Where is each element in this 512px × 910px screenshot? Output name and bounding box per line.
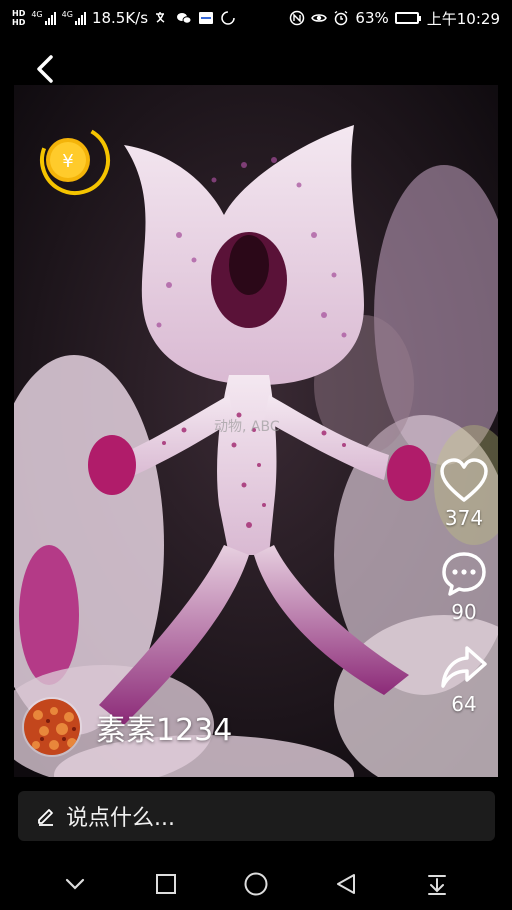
svg-text:¥: ¥ bbox=[62, 151, 73, 172]
share-arrow-icon bbox=[441, 646, 487, 688]
author-info[interactable]: 素素1234 bbox=[22, 697, 232, 757]
share-count: 64 bbox=[451, 692, 477, 716]
coin-icon: ¥ bbox=[40, 125, 110, 195]
circle-icon bbox=[244, 872, 268, 896]
signal-icon-2: 4G bbox=[62, 10, 86, 25]
pencil-icon bbox=[38, 809, 53, 826]
loading-icon bbox=[221, 11, 235, 25]
status-left: HD HD 4G 4G 18.5K/s bbox=[12, 9, 236, 27]
clock: 上午10:29 bbox=[426, 9, 500, 28]
avatar-image bbox=[24, 699, 80, 755]
wechat-icon bbox=[177, 13, 192, 24]
nav-home-button[interactable] bbox=[236, 864, 276, 904]
like-button[interactable]: 374 bbox=[439, 458, 489, 530]
author-name[interactable]: 素素1234 bbox=[96, 705, 232, 749]
chevron-down-icon bbox=[66, 878, 85, 890]
avatar[interactable] bbox=[22, 697, 82, 757]
eye-icon bbox=[311, 14, 328, 22]
alarm-icon bbox=[335, 10, 348, 26]
nfc-icon bbox=[290, 10, 305, 26]
chevron-left-icon bbox=[37, 55, 53, 83]
hd-indicator: HD HD bbox=[12, 9, 26, 27]
system-nav-bar bbox=[0, 858, 512, 910]
app-notification-icon bbox=[199, 12, 214, 24]
share-button[interactable]: 64 bbox=[439, 644, 489, 716]
comment-count: 90 bbox=[451, 600, 477, 624]
comment-input[interactable]: 说点什么... bbox=[18, 791, 495, 841]
network-speed: 18.5K/s bbox=[91, 9, 149, 27]
image-watermark: 动物, ABC bbox=[214, 419, 280, 435]
back-button[interactable] bbox=[30, 52, 60, 86]
nav-notification-pull-button[interactable] bbox=[417, 864, 457, 904]
nav-back-button[interactable] bbox=[326, 864, 366, 904]
comment-icon bbox=[442, 552, 486, 596]
like-count: 374 bbox=[444, 506, 484, 530]
square-icon bbox=[155, 874, 176, 894]
status-bar: HD HD 4G 4G 18.5K/s 63% 上午10:29 bbox=[0, 0, 512, 36]
side-actions: 374 90 64 bbox=[434, 458, 494, 736]
pull-down-icon bbox=[427, 875, 446, 895]
status-right: 63% 上午10:29 bbox=[289, 8, 500, 29]
comment-button[interactable]: 90 bbox=[440, 550, 488, 624]
translate-icon bbox=[156, 12, 165, 23]
nav-recents-button[interactable] bbox=[146, 864, 186, 904]
battery-icon bbox=[394, 12, 421, 24]
heart-icon bbox=[440, 458, 488, 502]
nav-hide-button[interactable] bbox=[55, 864, 95, 904]
triangle-back-icon bbox=[337, 874, 356, 894]
comment-placeholder: 说点什么... bbox=[66, 806, 175, 831]
reward-coin-widget[interactable]: ¥ bbox=[38, 123, 112, 197]
signal-icon-1: 4G bbox=[31, 10, 56, 25]
battery-percent: 63% bbox=[355, 9, 389, 27]
